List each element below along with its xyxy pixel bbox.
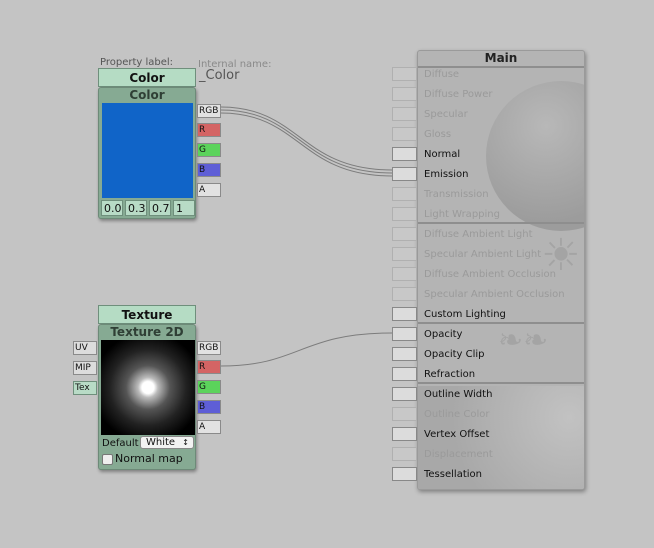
dropdown-arrows-icon: ↕ <box>182 438 189 447</box>
main-input-port[interactable] <box>392 87 417 101</box>
color-value-g[interactable]: 0.3 <box>125 200 147 216</box>
normal-map-label: Normal map <box>115 452 183 465</box>
texture-property-label-field[interactable]: Texture <box>98 305 196 324</box>
normal-map-checkbox[interactable] <box>102 454 113 465</box>
main-input-label: Specular Ambient Occlusion <box>424 289 565 300</box>
main-input-label: Diffuse <box>424 69 460 80</box>
color-output-b[interactable]: B <box>197 163 221 177</box>
main-input-port[interactable] <box>392 387 417 401</box>
texture-preview[interactable] <box>101 340 195 435</box>
default-dropdown-value: White <box>146 437 176 448</box>
main-input-port[interactable] <box>392 207 417 221</box>
leaves-icon: ❧❧ <box>498 323 549 358</box>
main-input-port[interactable] <box>392 287 417 301</box>
main-input-label: Tessellation <box>424 469 482 480</box>
main-input-label: Diffuse Ambient Light <box>424 229 533 240</box>
main-input-port[interactable] <box>392 127 417 141</box>
texture-node-title: Texture 2D <box>110 325 184 339</box>
texture-output-a[interactable]: A <box>197 420 221 434</box>
main-input-port[interactable] <box>392 247 417 261</box>
color-value-b[interactable]: 0.7 <box>149 200 171 216</box>
main-input-port[interactable] <box>392 447 417 461</box>
main-input-label: Transmission <box>424 189 489 200</box>
main-input-label: Diffuse Ambient Occlusion <box>424 269 556 280</box>
main-node[interactable]: ☀ ❧❧ Main Diffuse Diffuse Power Specular Gl… <box>417 50 585 490</box>
main-input-label: Emission <box>424 169 469 180</box>
main-input-port[interactable] <box>392 267 417 281</box>
main-input-label: Specular <box>424 109 468 120</box>
main-input-port[interactable] <box>392 67 417 81</box>
color-value-a[interactable]: 1 <box>173 200 195 216</box>
main-input-label: Refraction <box>424 369 476 380</box>
main-input-label: Outline Color <box>424 409 490 420</box>
texture-output-r[interactable]: R <box>197 360 221 374</box>
main-input-label: Opacity Clip <box>424 349 485 360</box>
main-input-port[interactable] <box>392 107 417 121</box>
main-input-label: Opacity <box>424 329 463 340</box>
main-input-label: Diffuse Power <box>424 89 493 100</box>
wire-texture-r-to-opacity <box>220 332 393 367</box>
main-input-label: Gloss <box>424 129 452 140</box>
main-input-port[interactable] <box>392 307 417 321</box>
main-input-port[interactable] <box>392 167 417 181</box>
color-node[interactable]: Color 0.0 0.3 0.7 1 <box>98 87 196 219</box>
color-output-a[interactable]: A <box>197 183 221 197</box>
texture-node[interactable]: Texture 2D Default White ↕ Normal map <box>98 324 196 470</box>
main-input-port[interactable] <box>392 327 417 341</box>
color-property-label-field[interactable]: Color <box>98 68 196 87</box>
main-input-label: Custom Lighting <box>424 309 506 320</box>
texture-input-tex[interactable]: Tex <box>73 381 97 395</box>
sphere-preview-icon <box>486 81 584 231</box>
property-label-caption: Property label: <box>100 57 174 68</box>
color-swatch[interactable] <box>102 103 193 198</box>
main-input-label: Specular Ambient Light <box>424 249 542 260</box>
main-input-label: Normal <box>424 149 461 160</box>
main-input-port[interactable] <box>392 347 417 361</box>
wire-color-rgb-to-emission <box>220 106 393 177</box>
color-node-title: Color <box>129 88 165 102</box>
main-input-port[interactable] <box>392 187 417 201</box>
color-value-r[interactable]: 0.0 <box>101 200 123 216</box>
main-input-port[interactable] <box>392 227 417 241</box>
texture-input-uv[interactable]: UV <box>73 341 97 355</box>
texture-output-g[interactable]: G <box>197 380 221 394</box>
main-input-port[interactable] <box>392 367 417 381</box>
main-input-port[interactable] <box>392 407 417 421</box>
color-output-r[interactable]: R <box>197 123 221 137</box>
texture-output-rgb[interactable]: RGB <box>197 341 221 355</box>
main-input-label: Vertex Offset <box>424 429 490 440</box>
texture-output-b[interactable]: B <box>197 400 221 414</box>
main-input-port[interactable] <box>392 467 417 481</box>
texture-input-mip[interactable]: MIP <box>73 361 97 375</box>
main-input-port[interactable] <box>392 427 417 441</box>
internal-name-value[interactable]: _Color <box>199 68 239 83</box>
color-output-rgb[interactable]: RGB <box>197 104 221 118</box>
color-values: 0.0 0.3 0.7 1 <box>101 200 195 216</box>
main-input-label: Displacement <box>424 449 493 460</box>
color-output-g[interactable]: G <box>197 143 221 157</box>
main-input-label: Outline Width <box>424 389 493 400</box>
main-input-port[interactable] <box>392 147 417 161</box>
default-dropdown[interactable]: White ↕ <box>140 436 194 449</box>
default-label: Default <box>102 438 139 449</box>
main-input-label: Light Wrapping <box>424 209 500 220</box>
